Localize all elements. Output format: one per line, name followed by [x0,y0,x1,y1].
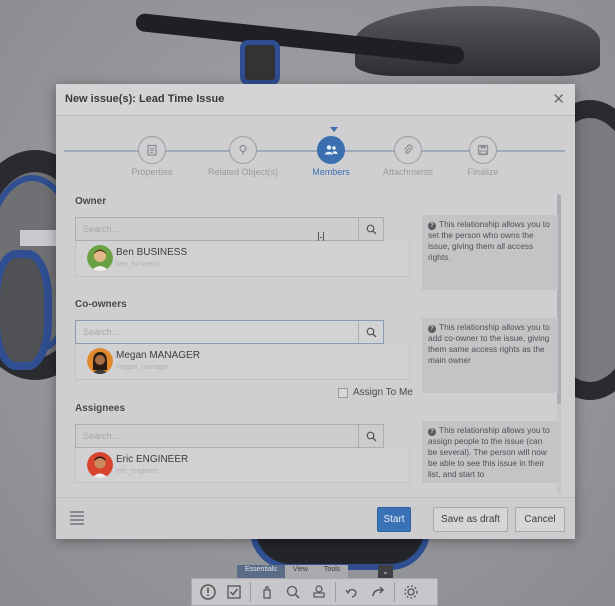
hand-icon[interactable] [257,582,277,602]
dialog-footer: Start Save as draft Cancel [56,497,575,539]
magnify-icon[interactable] [283,582,303,602]
divider [250,582,251,602]
front-hub [0,250,52,370]
settings-icon[interactable] [401,582,421,602]
save-icon [469,136,497,164]
wizard-steps: Properties Related Object(s) Members Att… [56,116,575,177]
person-username: eric_engineer [116,468,159,475]
assign-to-me-toggle[interactable]: Assign To Me [338,387,413,398]
new-issue-dialog: New issue(s): Lead Time Issue ✕ Properti… [56,84,575,539]
avatar [87,348,113,374]
help-icon: ? [428,325,436,333]
tab-view[interactable]: View [284,565,316,578]
coowners-title: Co-owners [75,299,127,310]
stamp-icon[interactable] [309,582,329,602]
clipboard-icon [138,136,166,164]
owner-selected[interactable]: Ben BUSINESS ben_business [75,241,410,277]
action-bar-tabs: Essentials View Tools [237,565,349,578]
search-icon[interactable] [358,218,383,240]
person-username: ben_business [116,261,160,268]
step-label: Related Object(s) [207,167,279,177]
help-text: This relationship allows you to add co-o… [428,322,550,365]
avatar [87,452,113,478]
assignees-search [75,424,384,448]
person-name: Eric ENGINEER [116,454,189,465]
help-icon: ? [428,428,436,436]
tab-tools[interactable]: Tools [315,565,349,578]
coowner-selected[interactable]: Megan MANAGER megan_manager [75,344,410,380]
step-related-objects[interactable]: Related Object(s) [198,136,288,177]
save-draft-button[interactable]: Save as draft [433,507,508,532]
paperclip-icon [394,136,422,164]
front-fork [20,230,60,246]
owner-title: Owner [75,196,107,207]
issue-icon[interactable] [198,582,218,602]
person-name: Megan MANAGER [116,350,200,361]
close-icon[interactable]: ✕ [552,90,565,108]
owner-help: ? This relationship allows you to set the… [422,215,558,290]
help-text: This relationship allows you to assign p… [428,425,550,479]
redo-icon[interactable] [368,582,388,602]
assign-to-me-label: Assign To Me [353,387,413,398]
people-icon [317,136,345,164]
coowners-search-input[interactable] [76,321,360,343]
step-finalize[interactable]: Finalize [438,136,528,177]
chevron-down-icon[interactable]: ⌄ [378,565,393,578]
avatar [87,245,113,271]
assign-to-me-checkbox[interactable] [338,387,348,398]
help-text: This relationship allows you to set the … [428,219,550,262]
start-button[interactable]: Start [377,507,411,532]
dialog-title: New issue(s): Lead Time Issue [65,93,225,105]
active-step-pointer [330,127,338,132]
step-label: Properties [131,167,173,177]
assignee-selected[interactable]: Eric ENGINEER eric_engineer [75,448,410,483]
coowners-search [75,320,384,344]
person-name: Ben BUSINESS [116,247,188,258]
person-username: megan_manager [116,364,169,371]
checkbox-icon[interactable] [224,582,244,602]
help-icon: ? [428,222,436,230]
action-bar: Essentials View Tools ⌄ [191,565,438,606]
assignees-help: ? This relationship allows you to assign … [422,421,558,483]
dialog-header: New issue(s): Lead Time Issue ✕ [56,84,575,116]
tab-essentials[interactable]: Essentials [237,565,285,578]
step-properties[interactable]: Properties [107,136,197,177]
assignees-title: Assignees [75,403,126,414]
action-bar-body [191,578,438,606]
divider [394,582,395,602]
divider [335,582,336,602]
search-icon[interactable] [358,321,383,343]
step-label: Finalize [467,167,499,177]
search-icon[interactable] [358,425,383,447]
assignees-search-input[interactable] [76,425,360,447]
menu-icon[interactable] [70,511,84,525]
pin-icon [229,136,257,164]
handlebar-clamp [240,40,280,85]
cancel-button[interactable]: Cancel [515,507,565,532]
coowners-help: ? This relationship allows you to add co-… [422,318,558,393]
owner-search [75,217,384,241]
undo-icon[interactable] [342,582,362,602]
